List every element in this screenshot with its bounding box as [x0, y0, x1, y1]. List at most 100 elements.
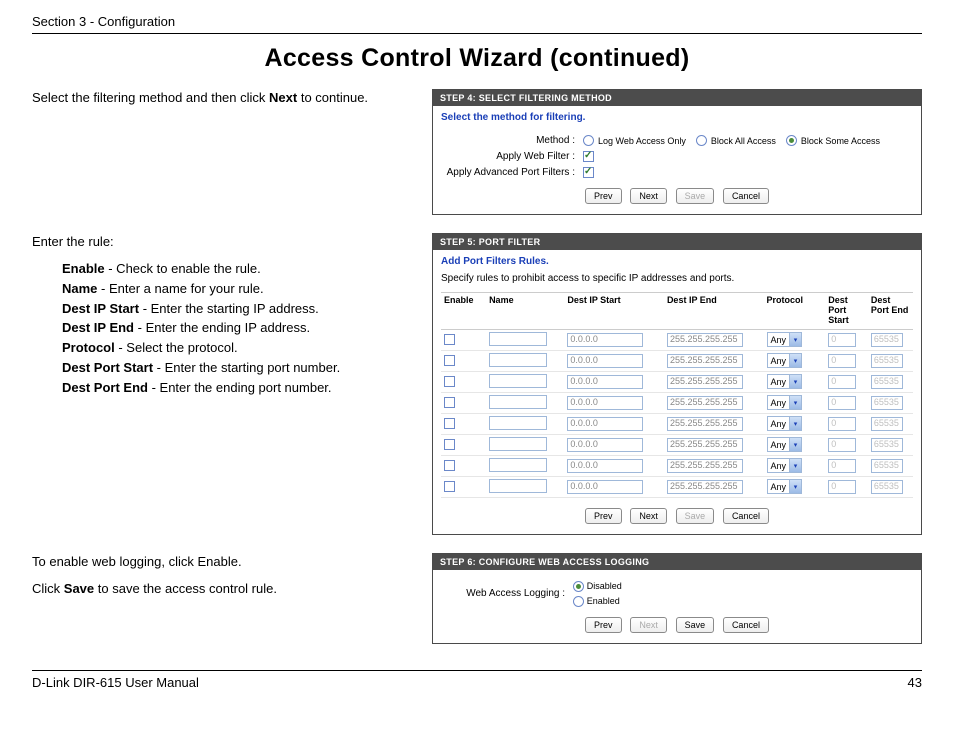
radio-log-web[interactable] [583, 135, 594, 146]
web-logging-label: Web Access Logging : [441, 588, 573, 599]
row-name-input[interactable] [489, 374, 547, 388]
apply-port-checkbox[interactable] [583, 167, 594, 178]
row-port-start-input[interactable]: 0 [828, 354, 856, 368]
step6-cancel-button[interactable]: Cancel [723, 617, 769, 633]
row-protocol-select[interactable]: Any▾ [767, 353, 803, 368]
th-port-end: Dest Port End [868, 293, 913, 330]
step5-cancel-button[interactable]: Cancel [723, 508, 769, 524]
radio-disabled[interactable] [573, 581, 584, 592]
row-protocol-select[interactable]: Any▾ [767, 458, 803, 473]
th-ip-start: Dest IP Start [564, 293, 664, 330]
row-ip-end-input[interactable]: 255.255.255.255 [667, 375, 743, 389]
row-ip-start-input[interactable]: 0.0.0.0 [567, 375, 643, 389]
table-row: 0.0.0.0 255.255.255.255 Any▾ 0 65535 [441, 329, 913, 350]
row-name-input[interactable] [489, 437, 547, 451]
chevron-down-icon: ▾ [789, 480, 801, 493]
row-port-start-input[interactable]: 0 [828, 396, 856, 410]
th-name: Name [486, 293, 564, 330]
row-name-input[interactable] [489, 395, 547, 409]
step6-next-button[interactable]: Next [630, 617, 667, 633]
rule-def: Enable - Check to enable the rule. [62, 260, 414, 279]
step6-prev-button[interactable]: Prev [585, 617, 622, 633]
row-protocol-select[interactable]: Any▾ [767, 416, 803, 431]
row-enable-checkbox[interactable] [444, 355, 455, 366]
row-port-end-input[interactable]: 65535 [871, 459, 903, 473]
row-ip-start-input[interactable]: 0.0.0.0 [567, 438, 643, 452]
row-name-input[interactable] [489, 458, 547, 472]
row-enable-checkbox[interactable] [444, 376, 455, 387]
row-port-start-input[interactable]: 0 [828, 480, 856, 494]
step4-prev-button[interactable]: Prev [585, 188, 622, 204]
table-row: 0.0.0.0 255.255.255.255 Any▾ 0 65535 [441, 434, 913, 455]
step5-desc: Specify rules to prohibit access to spec… [441, 273, 913, 284]
radio-enabled-label: Enabled [587, 596, 620, 606]
row-ip-start-input[interactable]: 0.0.0.0 [567, 417, 643, 431]
rule-def: Name - Enter a name for your rule. [62, 280, 414, 299]
step4-next-button[interactable]: Next [630, 188, 667, 204]
row-name-input[interactable] [489, 353, 547, 367]
radio-block-all[interactable] [696, 135, 707, 146]
row-enable-checkbox[interactable] [444, 397, 455, 408]
apply-web-checkbox[interactable] [583, 151, 594, 162]
row-enable-checkbox[interactable] [444, 460, 455, 471]
row-ip-end-input[interactable]: 255.255.255.255 [667, 396, 743, 410]
th-protocol: Protocol [764, 293, 826, 330]
row-ip-start-input[interactable]: 0.0.0.0 [567, 354, 643, 368]
step6-save-button[interactable]: Save [676, 617, 715, 633]
row-name-input[interactable] [489, 332, 547, 346]
intro-post: to continue. [297, 90, 368, 105]
rule-def: Dest Port Start - Enter the starting por… [62, 359, 414, 378]
step5-next-button[interactable]: Next [630, 508, 667, 524]
row-protocol-select[interactable]: Any▾ [767, 479, 803, 494]
row-ip-start-input[interactable]: 0.0.0.0 [567, 459, 643, 473]
radio-enabled[interactable] [573, 596, 584, 607]
row-name-input[interactable] [489, 416, 547, 430]
row-port-end-input[interactable]: 65535 [871, 480, 903, 494]
step5-save-button[interactable]: Save [676, 508, 715, 524]
row-port-end-input[interactable]: 65535 [871, 417, 903, 431]
chevron-down-icon: ▾ [789, 333, 801, 346]
step4-save-button[interactable]: Save [676, 188, 715, 204]
row-protocol-select[interactable]: Any▾ [767, 395, 803, 410]
logging-p2: Click Save to save the access control ru… [32, 580, 414, 599]
page-footer: D-Link DIR-615 User Manual 43 [32, 670, 922, 690]
row-ip-start-input[interactable]: 0.0.0.0 [567, 333, 643, 347]
radio-block-some[interactable] [786, 135, 797, 146]
row-name-input[interactable] [489, 479, 547, 493]
row-enable-checkbox[interactable] [444, 439, 455, 450]
row-enable-checkbox[interactable] [444, 418, 455, 429]
row-enable-checkbox[interactable] [444, 334, 455, 345]
row-protocol-select[interactable]: Any▾ [767, 332, 803, 347]
row-ip-end-input[interactable]: 255.255.255.255 [667, 354, 743, 368]
row-port-end-input[interactable]: 65535 [871, 396, 903, 410]
row-enable-checkbox[interactable] [444, 481, 455, 492]
table-row: 0.0.0.0 255.255.255.255 Any▾ 0 65535 [441, 476, 913, 497]
row-port-end-input[interactable]: 65535 [871, 333, 903, 347]
rule-def-desc: - Enter the ending IP address. [134, 320, 310, 335]
row-port-start-input[interactable]: 0 [828, 417, 856, 431]
row-port-start-input[interactable]: 0 [828, 333, 856, 347]
row-ip-end-input[interactable]: 255.255.255.255 [667, 459, 743, 473]
rule-def-desc: - Enter the starting IP address. [139, 301, 319, 316]
row-port-start-input[interactable]: 0 [828, 438, 856, 452]
row-ip-end-input[interactable]: 255.255.255.255 [667, 480, 743, 494]
row-ip-end-input[interactable]: 255.255.255.255 [667, 438, 743, 452]
step5-prev-button[interactable]: Prev [585, 508, 622, 524]
row-protocol-select[interactable]: Any▾ [767, 437, 803, 452]
row-port-end-input[interactable]: 65535 [871, 375, 903, 389]
row-port-end-input[interactable]: 65535 [871, 438, 903, 452]
step4-subtitle: Select the method for filtering. [441, 112, 913, 123]
table-row: 0.0.0.0 255.255.255.255 Any▾ 0 65535 [441, 413, 913, 434]
step4-cancel-button[interactable]: Cancel [723, 188, 769, 204]
row-protocol-select[interactable]: Any▾ [767, 374, 803, 389]
row-ip-end-input[interactable]: 255.255.255.255 [667, 333, 743, 347]
row-ip-end-input[interactable]: 255.255.255.255 [667, 417, 743, 431]
row-port-start-input[interactable]: 0 [828, 459, 856, 473]
section-header: Section 3 - Configuration [32, 14, 922, 34]
row-port-end-input[interactable]: 65535 [871, 354, 903, 368]
row-ip-start-input[interactable]: 0.0.0.0 [567, 480, 643, 494]
row-ip-start-input[interactable]: 0.0.0.0 [567, 396, 643, 410]
row-port-start-input[interactable]: 0 [828, 375, 856, 389]
rule-def-term: Dest Port End [62, 380, 148, 395]
rule-def-desc: - Enter a name for your rule. [97, 281, 263, 296]
